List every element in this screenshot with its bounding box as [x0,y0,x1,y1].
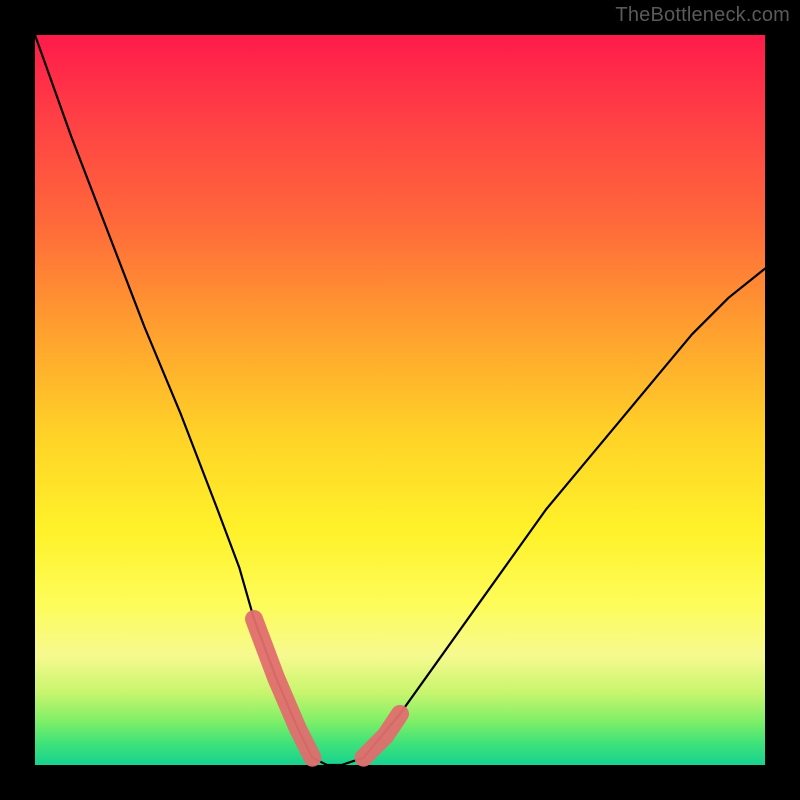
bottleneck-curve [35,35,765,765]
chart-frame: TheBottleneck.com [0,0,800,800]
watermark-text: TheBottleneck.com [615,4,790,27]
highlight-right [364,714,401,758]
plot-area [35,35,765,765]
highlight-left [254,619,312,758]
curve-svg [35,35,765,765]
